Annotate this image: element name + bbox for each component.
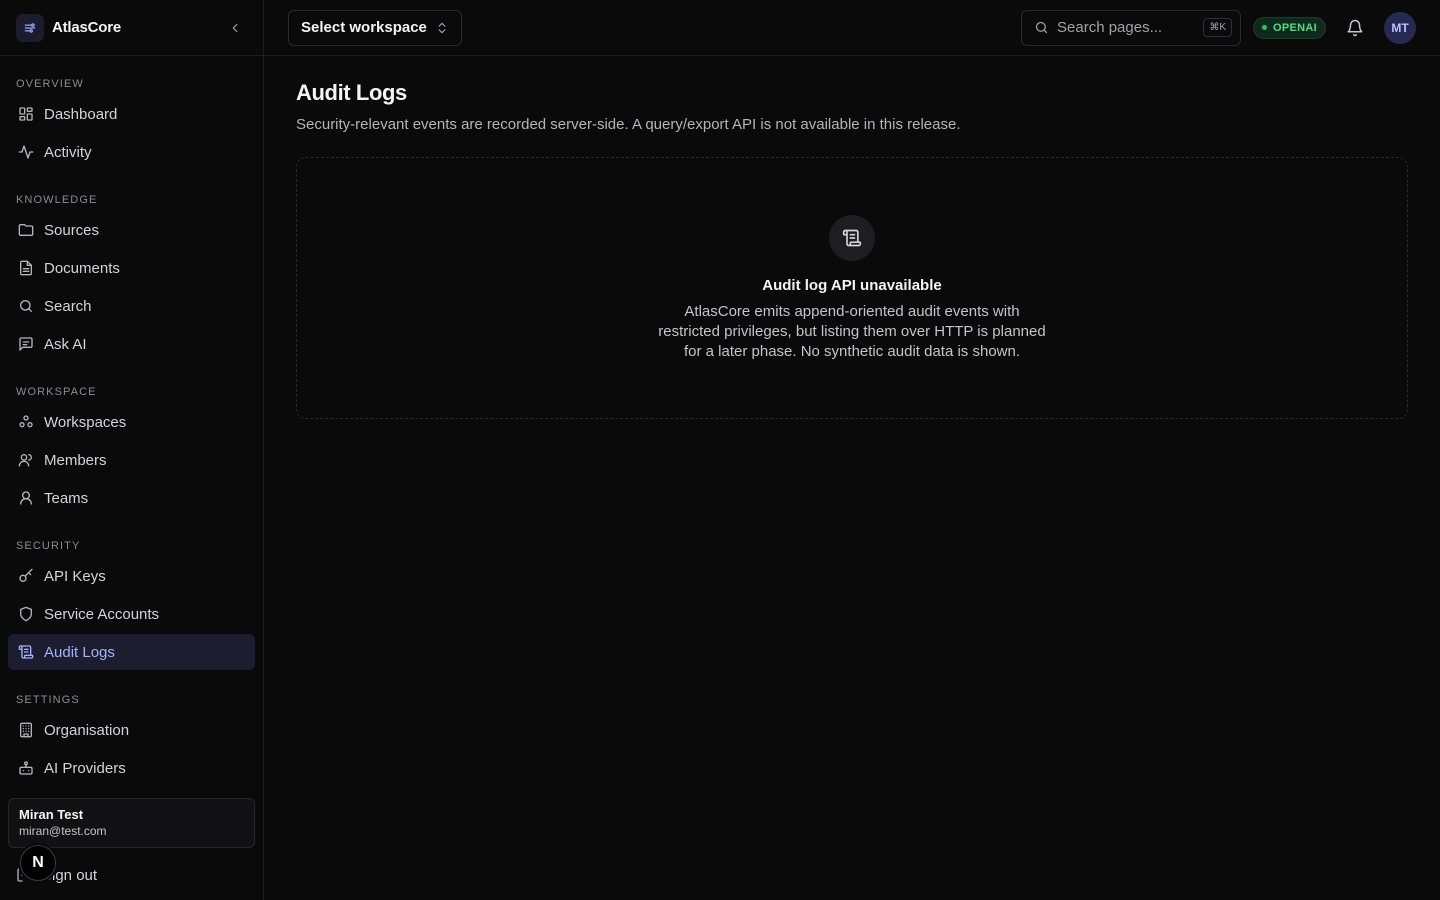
sidebar-item-label: Service Accounts (44, 605, 160, 623)
sidebar-item-audit-logs[interactable]: Audit Logs (8, 634, 255, 670)
logo-icon (16, 13, 44, 42)
sidebar-item-label: Workspaces (44, 413, 127, 431)
sidebar-item-label: Sources (44, 221, 100, 239)
user-card[interactable]: Miran Test miran@test.com (8, 798, 255, 848)
dashboard-icon (19, 107, 33, 121)
building-icon (20, 722, 32, 738)
floating-action-button[interactable]: N (20, 845, 56, 881)
notifications-button[interactable] (1346, 19, 1364, 37)
empty-state-title: Audit log API unavailable (762, 277, 942, 294)
workspace-select[interactable]: Select workspace (288, 9, 462, 46)
user-email: miran@test.com (19, 824, 107, 838)
chevrons-up-down-icon (438, 22, 446, 33)
key-icon (19, 568, 33, 582)
page-subtitle: Security-relevant events are recorded se… (296, 116, 961, 133)
sidebar-item-ai-providers[interactable]: AI Providers (8, 750, 255, 786)
sidebar-item-service-accounts[interactable]: Service Accounts (8, 596, 255, 632)
sidebar-item-label: Audit Logs (44, 643, 115, 661)
collapse-sidebar-button[interactable] (223, 16, 247, 40)
scroll-icon (18, 645, 34, 659)
sidebar-item-label: API Keys (44, 567, 106, 585)
folder-icon (18, 224, 34, 236)
provider-badge: OPENAI (1253, 16, 1326, 39)
sidebar-item-label: Documents (44, 259, 120, 277)
sidebar-item-label: Members (44, 451, 107, 469)
sidebar-item-label: Teams (44, 489, 89, 507)
bot-icon (19, 761, 33, 775)
sidebar-item-organisation[interactable]: Organisation (8, 712, 255, 748)
sidebar-item-label: Dashboard (44, 105, 118, 123)
sidebar-item-workspaces[interactable]: Workspaces (8, 404, 255, 440)
search-icon (1035, 21, 1048, 34)
section-label-settings: SETTINGS (16, 694, 80, 706)
sidebar-item-dashboard[interactable]: Dashboard (8, 96, 255, 132)
message-icon (19, 337, 33, 351)
sidebar-item-label: Organisation (44, 721, 130, 739)
sidebar-item-teams[interactable]: Teams (8, 480, 255, 516)
sidebar-item-activity[interactable]: Activity (8, 134, 255, 170)
sidebar-nav: OVERVIEW Dashboard Activity KNOWLEDGE Source… (0, 68, 263, 824)
shield-icon (20, 606, 32, 622)
search-input[interactable]: Search pages... ⌘K (1021, 9, 1242, 46)
section-label-knowledge: KNOWLEDGE (16, 194, 98, 206)
search-shortcut: ⌘K (1203, 18, 1233, 37)
brand: AtlasCore (0, 0, 263, 56)
workspaces-icon (19, 415, 33, 428)
main-content: Audit Logs Security-relevant events are … (296, 80, 1408, 419)
app-name: AtlasCore (52, 19, 122, 36)
document-icon (20, 260, 32, 276)
sidebar-item-label: AI Providers (44, 759, 126, 777)
user-icon (18, 454, 32, 467)
provider-badge-label: OPENAI (1273, 21, 1317, 34)
sidebar-item-label: Search (44, 297, 92, 315)
scroll-icon (829, 215, 875, 261)
search-placeholder: Search pages... (1057, 19, 1163, 36)
bell-icon (1347, 19, 1363, 36)
page-title: Audit Logs (296, 80, 407, 105)
sidebar-item-documents[interactable]: Documents (8, 250, 255, 286)
sidebar-item-label: Activity (44, 143, 92, 161)
sidebar-item-sources[interactable]: Sources (8, 212, 255, 248)
empty-state: Audit log API unavailable AtlasCore emit… (296, 157, 1408, 419)
workspace-select-label: Select workspace (301, 19, 427, 36)
top-bar: Select workspace Search pages... ⌘K OPEN… (264, 0, 1440, 56)
search-icon (20, 300, 32, 312)
section-label-security: SECURITY (16, 540, 81, 552)
section-label-workspace: WORKSPACE (16, 386, 97, 398)
user-name: Miran Test (19, 807, 84, 822)
sidebar-item-search[interactable]: Search (8, 288, 255, 324)
users-icon (20, 491, 32, 505)
avatar[interactable]: MT (1384, 11, 1416, 44)
activity-icon (18, 145, 34, 159)
sidebar-item-members[interactable]: Members (8, 442, 255, 478)
sidebar: AtlasCore OVERVIEW Dashboard Activity KNOWL… (0, 0, 264, 900)
sidebar-item-api-keys[interactable]: API Keys (8, 558, 255, 594)
empty-state-text: AtlasCore emits append-oriented audit ev… (658, 303, 1046, 360)
sidebar-item-ask-ai[interactable]: Ask AI (8, 326, 255, 362)
status-dot-icon (1262, 25, 1268, 30)
sidebar-item-label: Ask AI (44, 335, 87, 353)
section-label-overview: OVERVIEW (16, 78, 84, 90)
chevron-left-icon (232, 23, 238, 32)
